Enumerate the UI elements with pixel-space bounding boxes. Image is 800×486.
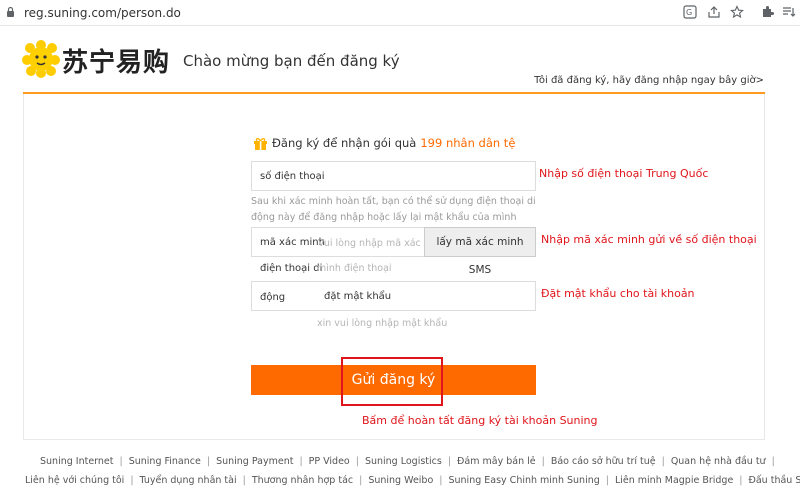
verification-code-field[interactable]: mã xác minh Vui lòng nhập mã xác [251,227,425,257]
address-bar[interactable]: reg.suning.com/person.do [24,6,181,20]
gift-icon [253,137,268,150]
footer-links-row1: Suning Internet|Suning Finance|Suning Pa… [40,456,800,467]
voice-code-link[interactable]: mình điện thoại [317,263,392,274]
footer-link[interactable]: Đấu thầu Suning [749,475,800,486]
footer-link[interactable]: Báo cáo sở hữu trí tuệ [551,456,656,467]
footer-link[interactable]: Suning Logistics [365,456,442,467]
footer-link[interactable]: Đám mây bán lẻ [457,456,536,467]
footer-link[interactable]: Suning Easy Chinh minh Suning [448,475,599,486]
password-field[interactable]: động đặt mật khẩu [251,281,536,311]
code-label: mã xác minh [260,237,325,248]
password-label: động [260,292,285,303]
lock-icon[interactable] [6,6,15,18]
password-hint: xin vui lòng nhập mật khẩu [317,318,447,329]
footer-link[interactable]: Tuyển dụng nhân tài [140,475,237,486]
voice-code-label: điện thoại di [260,263,322,274]
footer-link[interactable]: Liên hệ với chúng tôi [25,475,124,486]
browser-toolbar: reg.suning.com/person.do G [0,0,800,26]
footer-link[interactable]: Suning Payment [216,456,293,467]
footer-link[interactable]: Thương nhân hợp tác [252,475,353,486]
submit-annotation: Bấm để hoàn tất đăng ký tài khoản Suning [362,414,598,427]
phone-hint: Sau khi xác minh hoàn tất, bạn có thể sử… [251,194,541,226]
login-link[interactable]: Tôi đã đăng ký, hãy đăng nhập ngay bây g… [534,75,764,86]
page-title: Chào mừng bạn đến đăng ký [183,52,400,70]
gift-text: Đăng ký để nhận gói quà [272,136,416,150]
get-sms-code-button[interactable]: lấy mã xác minh SMS [424,227,536,257]
phone-placeholder: số điện thoại [260,171,325,182]
footer-link[interactable]: Suning Weibo [368,475,433,486]
share-icon[interactable] [707,5,721,19]
submit-highlight-box [341,357,443,406]
footer-link[interactable]: Liên minh Magpie Bridge [615,475,733,486]
logo-wordmark: 苏宁易购 [62,42,170,79]
extensions-icon[interactable] [760,5,774,19]
footer-link[interactable]: Quan hệ nhà đầu tư [671,456,766,467]
footer-links-row2: Liên hệ với chúng tôi|Tuyển dụng nhân tà… [25,475,800,486]
svg-text:G: G [686,8,692,17]
footer-link[interactable]: Suning Finance [129,456,201,467]
footer-link[interactable]: PP Video [309,456,350,467]
star-icon[interactable] [730,5,744,19]
password-placeholder: đặt mật khẩu [324,291,391,302]
suning-lion-logo[interactable] [22,40,60,78]
code-annotation: Nhập mã xác minh gửi về số điện thoại [541,233,757,246]
phone-field[interactable]: số điện thoại [251,161,536,191]
translate-icon[interactable]: G [683,5,697,19]
phone-annotation: Nhập số điện thoại Trung Quốc [539,167,708,180]
gift-promo: Đăng ký để nhận gói quà 199 nhân dân tệ [253,136,515,150]
password-annotation: Đặt mật khẩu cho tài khoản [541,287,695,300]
reading-list-icon[interactable] [782,5,796,19]
gift-amount: 199 nhân dân tệ [420,136,515,150]
footer-link[interactable]: Suning Internet [40,456,114,467]
code-placeholder: Vui lòng nhập mã xác [318,238,421,249]
